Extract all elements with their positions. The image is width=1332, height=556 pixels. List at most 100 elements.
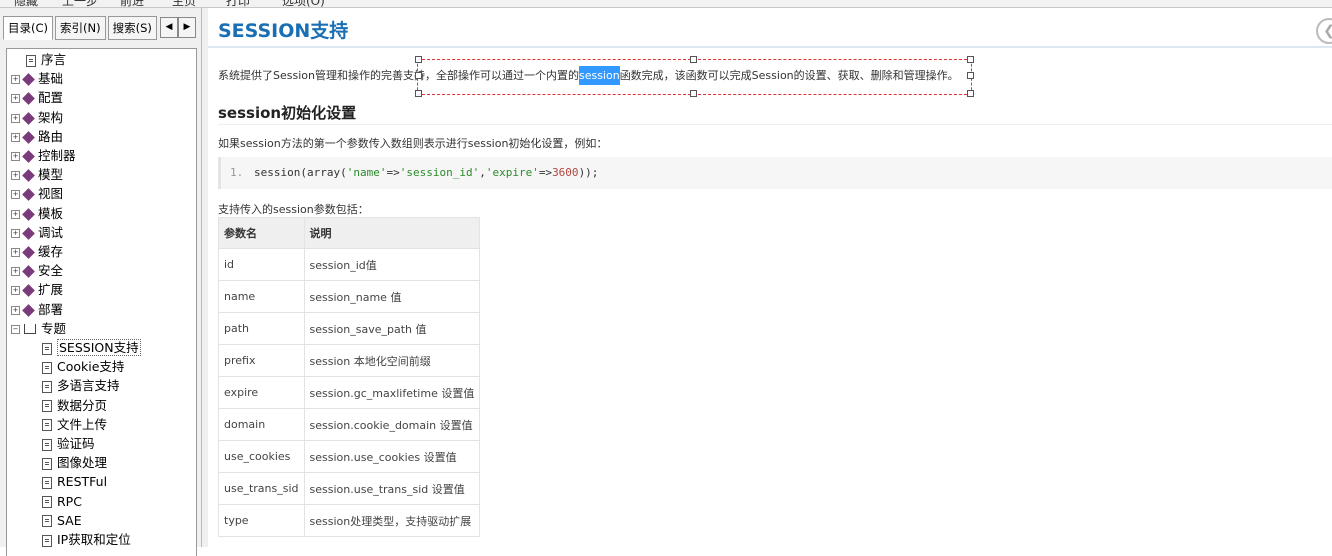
tree-item[interactable]: + 安全 xyxy=(11,261,63,280)
menu-forward[interactable]: 前进 xyxy=(120,0,144,7)
table-header-param: 参数名 xyxy=(218,217,305,249)
resize-handle[interactable] xyxy=(967,90,974,97)
param-name-cell: domain xyxy=(218,408,305,441)
book-icon xyxy=(22,73,35,87)
tree-item[interactable]: + 部署 xyxy=(11,300,63,319)
menu-home[interactable]: 主页 xyxy=(172,0,196,7)
resize-handle[interactable] xyxy=(415,72,422,79)
expand-icon[interactable]: + xyxy=(11,305,20,315)
tree-item[interactable]: − 专题 xyxy=(11,319,66,338)
tree-item-label: 配置 xyxy=(38,90,64,106)
tree-item[interactable]: + 缓存 xyxy=(11,242,63,261)
menu-hide[interactable]: 隐藏 xyxy=(14,0,38,7)
tab-search[interactable]: 搜索(S) xyxy=(107,16,157,40)
book-icon xyxy=(22,111,35,125)
tree-item-label: 缓存 xyxy=(38,244,64,259)
tree-item[interactable]: + 视图 xyxy=(11,184,63,203)
expand-icon[interactable]: + xyxy=(11,171,20,181)
tree-item[interactable]: SAE xyxy=(42,511,82,530)
tree-item[interactable]: 序言 xyxy=(26,50,66,69)
heading-divider xyxy=(218,124,1332,125)
code-arrow: => xyxy=(538,166,553,179)
expand-icon[interactable]: + xyxy=(11,132,20,142)
resize-handle[interactable] xyxy=(415,56,422,63)
expand-icon[interactable]: + xyxy=(11,113,20,123)
tree-item[interactable]: + 路由 xyxy=(11,127,63,146)
expand-icon[interactable]: + xyxy=(11,267,20,277)
tab-scroll-buttons: ◀ ▶ xyxy=(160,17,196,38)
page-icon xyxy=(42,380,52,393)
tree-item-label: 部署 xyxy=(38,301,64,317)
table-row: path session_save_path 值 xyxy=(218,312,481,345)
params-table-body: id session_id值 name session_name 值 path sessi… xyxy=(218,248,481,537)
expand-icon[interactable]: + xyxy=(11,94,20,104)
code-comma: , xyxy=(479,166,486,179)
resize-handle[interactable] xyxy=(967,56,974,63)
title-divider xyxy=(208,46,1332,48)
tree-item[interactable]: + 架构 xyxy=(11,108,63,127)
book-icon xyxy=(22,207,35,221)
nav-tabs: 目录(C) 索引(N) 搜索(S) xyxy=(3,16,159,40)
tree-item[interactable]: 文件上传 xyxy=(42,415,107,434)
tree-item[interactable]: + 调试 xyxy=(11,223,63,242)
tree-item-label: 模型 xyxy=(38,167,64,183)
tree-item[interactable]: + 模板 xyxy=(11,204,63,223)
param-desc-cell: session.use_cookies 设置值 xyxy=(303,440,481,473)
params-table: 参数名 说明 id session_id值 name session_name 值 pa… xyxy=(218,217,481,537)
resize-handle[interactable] xyxy=(967,72,974,79)
resize-handle[interactable] xyxy=(415,90,422,97)
tree-item-label: 多语言支持 xyxy=(57,378,120,394)
expand-icon[interactable]: + xyxy=(11,228,20,238)
param-name-cell: type xyxy=(218,504,305,537)
tab-scroll-right-icon[interactable]: ▶ xyxy=(178,17,196,38)
menu-back[interactable]: 上一步 xyxy=(62,0,98,7)
expand-icon[interactable]: + xyxy=(11,248,20,257)
init-description: 如果session方法的第一个参数传入数组则表示进行session初始化设置，例… xyxy=(218,137,608,150)
tree-item-label: 视图 xyxy=(38,186,64,202)
code-key-expire: 'expire' xyxy=(485,166,539,179)
menu-options[interactable]: 选项(O) xyxy=(282,0,325,7)
page-icon xyxy=(42,419,52,432)
tree-item[interactable]: 验证码 xyxy=(42,434,95,453)
tree-item[interactable]: 多语言支持 xyxy=(42,376,120,395)
book-icon xyxy=(22,188,35,202)
param-desc-cell: session_name 值 xyxy=(303,280,481,313)
expand-icon[interactable]: + xyxy=(11,190,20,200)
tab-contents[interactable]: 目录(C) xyxy=(3,16,54,40)
tree-item[interactable]: IP获取和定位 xyxy=(42,530,131,549)
tree-item[interactable]: + 配置 xyxy=(11,88,63,107)
tree-item[interactable]: RPC xyxy=(42,492,82,511)
tree-item[interactable]: RESTFul xyxy=(42,472,107,491)
tree-item[interactable]: SESSION支持 xyxy=(42,338,141,357)
tab-index[interactable]: 索引(N) xyxy=(55,16,106,40)
page-icon xyxy=(42,361,52,374)
tree-item-label: 调试 xyxy=(38,224,64,240)
collapse-icon[interactable]: − xyxy=(11,324,20,334)
menu-print[interactable]: 打印 xyxy=(226,0,250,7)
tree-item[interactable]: + 模型 xyxy=(11,165,63,184)
tree-item[interactable]: 数据分页 xyxy=(42,396,107,415)
expand-icon[interactable]: + xyxy=(11,286,20,296)
code-arrow: => xyxy=(386,166,400,179)
resize-handle[interactable] xyxy=(690,90,697,97)
param-name-cell: prefix xyxy=(218,344,305,377)
table-row: name session_name 值 xyxy=(218,280,481,313)
code-line-number: 1. xyxy=(230,166,244,179)
tree-item[interactable]: Cookie支持 xyxy=(42,357,124,376)
tree-item[interactable]: + 扩展 xyxy=(11,280,63,299)
expand-icon[interactable]: + xyxy=(11,152,20,161)
param-desc-cell: session.gc_maxlifetime 设置值 xyxy=(303,376,481,409)
tree-item[interactable]: 图像处理 xyxy=(42,453,107,472)
back-arrow-icon[interactable]: ❮ xyxy=(1316,18,1332,44)
page-icon xyxy=(42,457,52,470)
book-icon xyxy=(22,150,35,163)
tree-item[interactable]: + 基础 xyxy=(11,69,63,88)
param-desc-cell: session_save_path 值 xyxy=(303,312,481,345)
resize-handle[interactable] xyxy=(690,56,697,63)
tree-item[interactable]: + 控制器 xyxy=(11,146,76,165)
tab-scroll-left-icon[interactable]: ◀ xyxy=(160,17,178,38)
tree-item-label: 控制器 xyxy=(38,148,76,163)
contents-tree[interactable]: 序言 + 基础 + 配置 + 架构 + 路由 + 控制器 + 模型 + 视图 + 模板 + 调试 + 缓存 + 安全 + 扩展 +… xyxy=(6,48,197,556)
expand-icon[interactable]: + xyxy=(11,75,20,85)
expand-icon[interactable]: + xyxy=(11,209,20,219)
